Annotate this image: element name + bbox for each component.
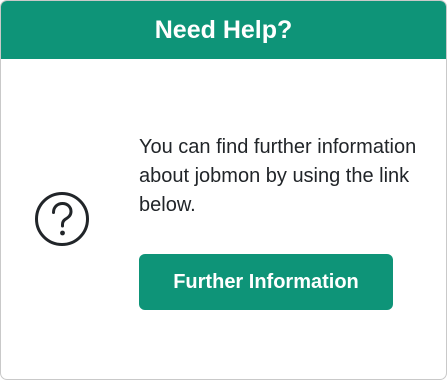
card-title: Need Help?: [154, 15, 293, 44]
further-information-button[interactable]: Further Information: [139, 254, 393, 310]
help-card: Need Help? You can find further informat…: [0, 0, 447, 380]
question-circle-icon: [35, 192, 89, 246]
help-message: You can find further information about j…: [139, 136, 417, 216]
card-header: Need Help?: [1, 1, 446, 59]
